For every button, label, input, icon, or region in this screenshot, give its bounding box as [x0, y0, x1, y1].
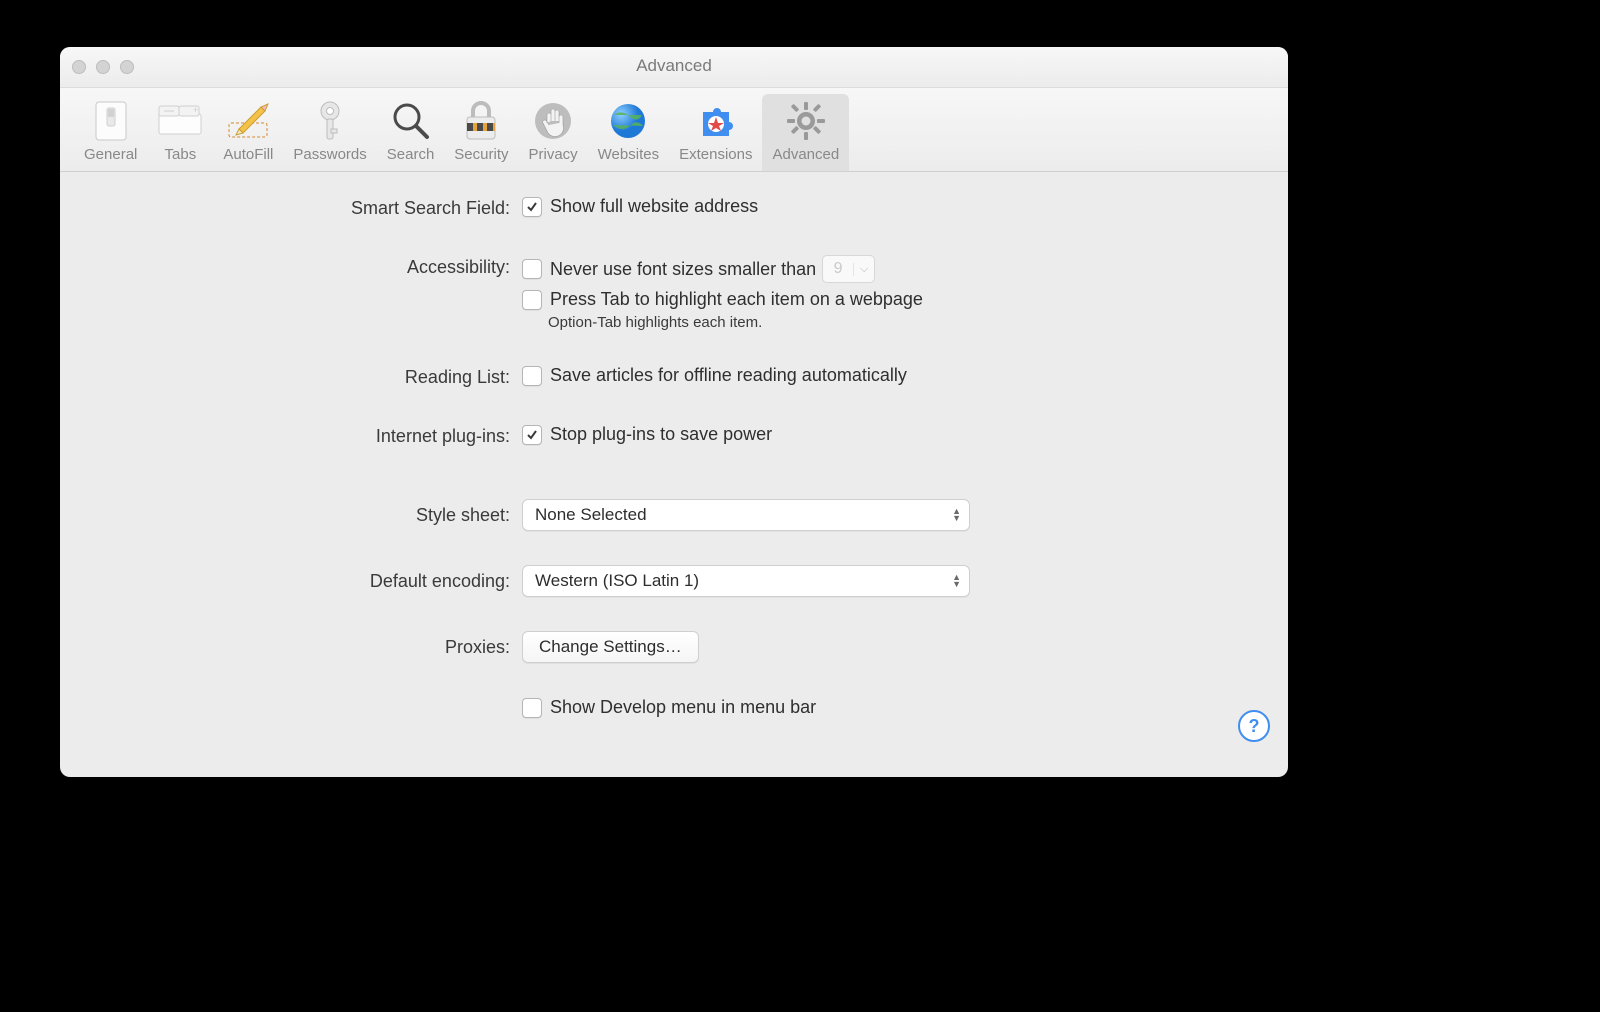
window-title: Advanced [636, 56, 712, 76]
accessibility-hint: Option-Tab highlights each item. [548, 314, 1268, 331]
svg-text:+: + [193, 105, 198, 115]
lock-icon [458, 98, 504, 144]
updown-icon: ▲▼ [952, 574, 961, 588]
reading-list-label: Reading List: [80, 365, 522, 388]
puzzle-icon [693, 98, 739, 144]
tab-security[interactable]: Security [444, 94, 518, 171]
stop-plugins-checkbox[interactable] [522, 425, 542, 445]
tab-advanced[interactable]: Advanced [762, 94, 849, 171]
develop-menu-checkbox[interactable] [522, 698, 542, 718]
proxies-label: Proxies: [80, 631, 522, 658]
plugins-label: Internet plug-ins: [80, 424, 522, 447]
tab-highlight-label: Press Tab to highlight each item on a we… [550, 289, 923, 310]
help-button[interactable]: ? [1238, 710, 1270, 742]
show-full-address-checkbox[interactable] [522, 197, 542, 217]
tab-search[interactable]: Search [377, 94, 445, 171]
globe-icon [605, 98, 651, 144]
pencil-form-icon [225, 98, 271, 144]
key-icon [307, 98, 353, 144]
preferences-toolbar: General + Tabs AutoFill Passwords Search [60, 88, 1288, 172]
tab-autofill[interactable]: AutoFill [213, 94, 283, 171]
hand-icon [530, 98, 576, 144]
tab-extensions[interactable]: Extensions [669, 94, 762, 171]
tab-tabs[interactable]: + Tabs [147, 94, 213, 171]
tab-passwords[interactable]: Passwords [283, 94, 376, 171]
offline-reading-checkbox[interactable] [522, 366, 542, 386]
preferences-body: Smart Search Field: Show full website ad… [60, 172, 1288, 756]
encoding-label: Default encoding: [80, 565, 522, 592]
tab-general[interactable]: General [74, 94, 147, 171]
min-font-stepper[interactable]: 9 ⌵ [822, 255, 875, 283]
change-proxies-button[interactable]: Change Settings… [522, 631, 699, 663]
encoding-popup[interactable]: Western (ISO Latin 1) ▲▼ [522, 565, 970, 597]
develop-menu-label: Show Develop menu in menu bar [550, 697, 816, 718]
preferences-window: Advanced General + Tabs AutoFill Passwo [60, 47, 1288, 777]
updown-icon: ▲▼ [952, 508, 961, 522]
min-font-checkbox[interactable] [522, 259, 542, 279]
chevron-down-icon: ⌵ [853, 263, 874, 276]
switch-icon [88, 98, 134, 144]
titlebar: Advanced [60, 47, 1288, 88]
stop-plugins-label: Stop plug-ins to save power [550, 424, 772, 445]
min-font-label: Never use font sizes smaller than [550, 259, 816, 280]
accessibility-label: Accessibility: [80, 255, 522, 278]
tab-privacy[interactable]: Privacy [518, 94, 587, 171]
stylesheet-popup[interactable]: None Selected ▲▼ [522, 499, 970, 531]
window-controls [72, 60, 134, 74]
minimize-window-button[interactable] [96, 60, 110, 74]
tab-highlight-checkbox[interactable] [522, 290, 542, 310]
zoom-window-button[interactable] [120, 60, 134, 74]
close-window-button[interactable] [72, 60, 86, 74]
stylesheet-label: Style sheet: [80, 499, 522, 526]
tab-websites[interactable]: Websites [588, 94, 669, 171]
smart-search-label: Smart Search Field: [80, 196, 522, 219]
tabs-icon: + [157, 98, 203, 144]
search-icon [388, 98, 434, 144]
offline-reading-label: Save articles for offline reading automa… [550, 365, 907, 386]
stylesheet-value: None Selected [535, 505, 647, 525]
gear-icon [783, 98, 829, 144]
show-full-address-label: Show full website address [550, 196, 758, 217]
encoding-value: Western (ISO Latin 1) [535, 571, 699, 591]
